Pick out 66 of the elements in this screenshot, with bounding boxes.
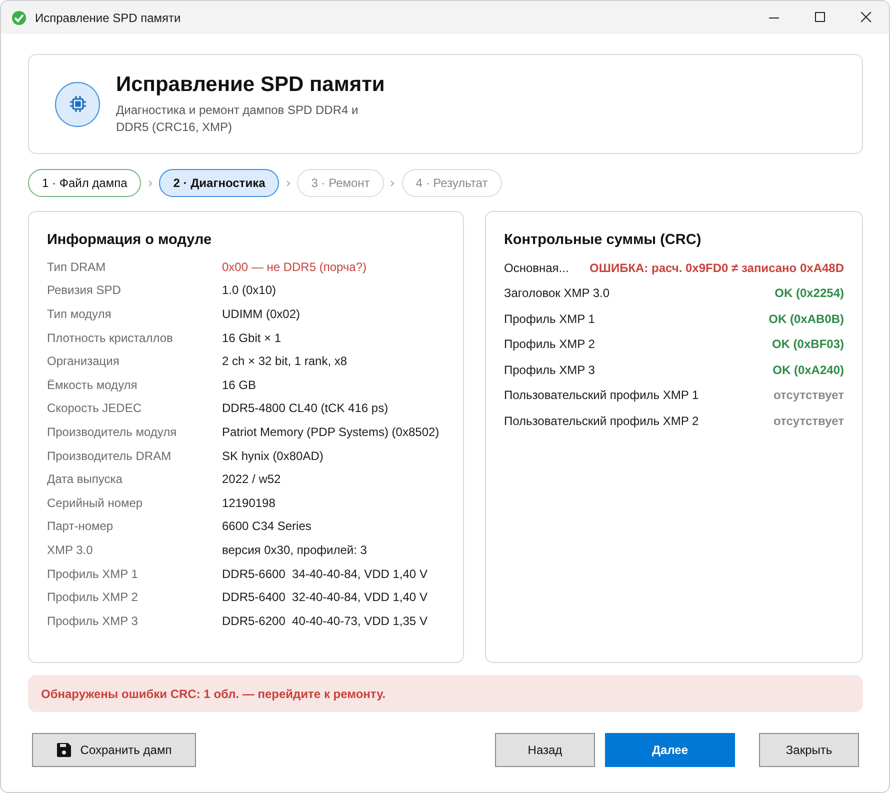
field-value: UDIMM (0x02): [222, 306, 300, 321]
field-label: Парт-номер: [47, 519, 114, 534]
checksum-label: Основная...: [504, 260, 569, 275]
field-label: Дата выпуска: [47, 472, 124, 486]
chip-icon: [55, 82, 100, 126]
field-label: XMP 3.0: [47, 542, 94, 557]
close-icon: [860, 12, 872, 23]
field-value: 16 Gbit × 1: [222, 330, 282, 345]
field-value: 2 ch × 32 bit, 1 rank, x8: [222, 354, 348, 368]
page-title: Исправление SPD памяти: [116, 72, 386, 96]
field-label: Серийный номер: [47, 496, 144, 510]
save-dump-button[interactable]: Сохранить дамп: [32, 733, 196, 767]
field-label: Организация: [47, 354, 120, 368]
field-value: Patriot Memory (PDP Systems) (0x8502): [222, 424, 440, 439]
step-tab[interactable]: 2 · Диагностика: [159, 169, 280, 197]
field-value: 6600 C34 Series: [222, 519, 312, 534]
field-value: 1.0 (0x10): [222, 283, 276, 298]
field-label: Скорость JEDEC: [47, 401, 142, 416]
checksum-label: Пользовательский профиль XMP 1: [504, 388, 699, 402]
checksum-label: Заголовок XMP 3.0: [504, 286, 610, 300]
field-label: Тип модуля: [47, 306, 112, 321]
app-logo-icon: [11, 10, 27, 26]
chevron-icon: [390, 180, 396, 186]
field-value: DDR5-4800 CL40 (tCK 416 ps): [222, 401, 388, 416]
maximize-icon: [814, 12, 826, 23]
field-label: Производитель DRAM: [47, 448, 172, 463]
checksum-status: OK (0xAB0B): [768, 312, 844, 326]
chevron-icon: [286, 180, 291, 186]
field-label: Профиль XMP 1: [47, 566, 139, 581]
field-label: Тип DRAM: [47, 260, 107, 274]
checksum-status: OK (0xBF03): [772, 337, 844, 352]
checksum-status: OK (0x2254): [774, 286, 844, 300]
checksum-status: OK (0xA240): [772, 362, 844, 377]
next-button[interactable]: Далее: [605, 733, 735, 767]
field-label: Производитель модуля: [47, 424, 178, 439]
field-label: Профиль XMP 2: [47, 590, 139, 604]
back-button[interactable]: Назад: [495, 733, 595, 767]
field-label: Ёмкость модуля: [47, 378, 138, 392]
checksum-status: отсутствует: [774, 414, 844, 428]
checksum-status: отсутствует: [774, 388, 844, 402]
panel-title: Контрольные суммы (CRC): [504, 232, 702, 248]
field-value: DDR5-6200 40-40-40-73, VDD 1,35 V: [222, 614, 428, 628]
field-value: 0x00 — не DDR5 (порча?): [222, 260, 367, 274]
field-value: 2022 / w52: [222, 472, 281, 486]
field-value: DDR5-6600 34-40-40-84, VDD 1,40 V: [222, 566, 428, 581]
page-subtitle: Диагностика и ремонт дампов SPD DDR4 и DDR5 (CRC16, XMP): [116, 102, 360, 136]
checksum-label: Пользовательский профиль XMP 2: [504, 414, 699, 428]
step-tab[interactable]: 1 · Файл дампа: [28, 169, 142, 197]
field-value: SK hynix (0x80AD): [222, 448, 324, 463]
error-banner: Обнаружены ошибки CRC: 1 обл. — перейдите к ремонту.: [28, 675, 863, 712]
checksum-label: Профиль XMP 2: [504, 337, 595, 352]
checksum-status: ОШИБКА: расч. 0x9FD0 ≠ записано 0xA48D: [590, 260, 844, 275]
field-label: Ревизия SPD: [47, 283, 122, 298]
checksum-label: Профиль XMP 1: [504, 312, 595, 326]
field-value: версия 0x30, профилей: 3: [222, 542, 367, 557]
field-label: Профиль XMP 3: [47, 614, 139, 628]
window-title: Исправление SPD памяти: [35, 10, 182, 24]
panel-title: Информация о модуле: [47, 232, 213, 248]
chevron-icon: [148, 180, 153, 186]
field-label: Плотность кристаллов: [47, 330, 174, 345]
field-value: 12190198: [222, 496, 276, 510]
close-dialog-button[interactable]: Закрыть: [759, 733, 859, 767]
field-value: DDR5-6400 32-40-40-84, VDD 1,40 V: [222, 590, 428, 604]
checksum-label: Профиль XMP 3: [504, 362, 595, 377]
field-value: 16 GB: [222, 378, 256, 392]
floppy-icon: [56, 742, 72, 758]
